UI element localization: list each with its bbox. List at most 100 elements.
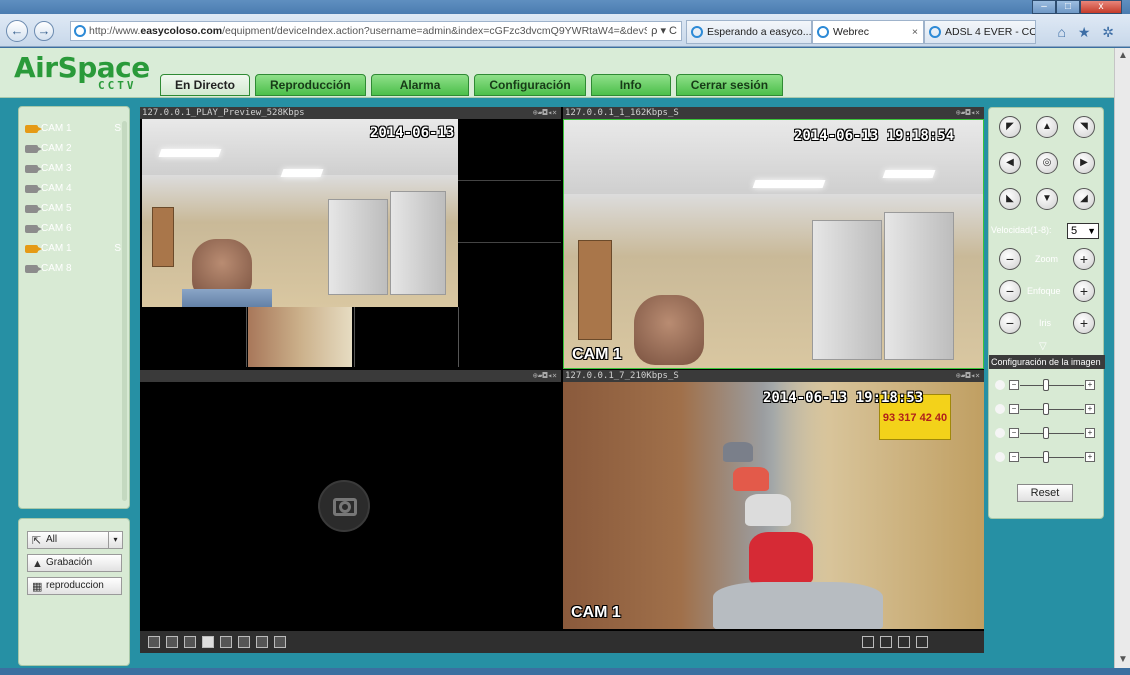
- camera-item[interactable]: CAM 3: [19, 159, 129, 179]
- saturation-slider[interactable]: − +: [995, 426, 1099, 440]
- maximize-button[interactable]: □: [1056, 0, 1080, 14]
- plus-icon[interactable]: +: [1085, 380, 1095, 390]
- iris-plus-button[interactable]: +: [1073, 312, 1095, 334]
- ptz-up-right-button[interactable]: ◥: [1073, 116, 1095, 138]
- warning-icon: ▲: [32, 558, 43, 570]
- layout-1-icon[interactable]: [148, 636, 160, 648]
- ie-icon: [74, 25, 86, 37]
- zoom-in-button[interactable]: +: [1073, 248, 1095, 270]
- minus-icon[interactable]: −: [1009, 452, 1019, 462]
- fullscreen-icon[interactable]: [184, 636, 196, 648]
- plus-icon[interactable]: +: [1085, 428, 1095, 438]
- menu-info[interactable]: Info: [590, 74, 671, 96]
- focus-minus-button[interactable]: −: [999, 280, 1021, 302]
- slider-knob[interactable]: [1043, 451, 1049, 463]
- menu-en-directo[interactable]: En Directo: [160, 74, 251, 96]
- reset-button[interactable]: Reset: [1017, 484, 1073, 502]
- ptz-up-button[interactable]: ▲: [1036, 116, 1058, 138]
- pane-controls-icon[interactable]: ⊕▰◘◂×: [956, 370, 980, 382]
- hue-slider[interactable]: − +: [995, 450, 1099, 464]
- minus-icon[interactable]: −: [1009, 428, 1019, 438]
- view-mode-1-icon[interactable]: [862, 636, 874, 648]
- nine-view-icon[interactable]: [256, 636, 268, 648]
- address-controls[interactable]: ρ ▾ C: [647, 22, 677, 40]
- camera-icon: [25, 225, 42, 233]
- address-bar[interactable]: http://www.easycoloso.com/equipment/devi…: [70, 21, 682, 41]
- playback-button[interactable]: ▦ reproduccion: [27, 577, 122, 595]
- camera-item[interactable]: CAM 4: [19, 179, 129, 199]
- brightness-slider[interactable]: − +: [995, 378, 1099, 392]
- ptz-down-button[interactable]: ▼: [1036, 188, 1058, 210]
- menu-reproduccion[interactable]: Reproducción: [255, 74, 366, 96]
- scroll-down-icon[interactable]: ▼: [1115, 652, 1130, 668]
- pane-controls-icon[interactable]: ⊕▰◘◂×: [956, 107, 980, 119]
- browser-toolbar-icons[interactable]: ⌂ ★ ✲: [1057, 24, 1118, 41]
- group-select[interactable]: ⇱ All ▾: [27, 531, 123, 549]
- view-mode-4-icon[interactable]: [898, 636, 910, 648]
- camera-list-scrollbar[interactable]: [122, 121, 127, 501]
- forward-button[interactable]: →: [34, 21, 54, 41]
- camera-item[interactable]: CAM 8: [19, 259, 129, 279]
- camera-item[interactable]: CAM 1 S: [19, 119, 129, 139]
- camera-item[interactable]: CAM 1 S: [19, 239, 129, 259]
- brightness-icon: [995, 380, 1005, 390]
- minus-icon[interactable]: −: [1009, 380, 1019, 390]
- tab-close-icon[interactable]: ×: [912, 21, 918, 43]
- single-view-icon[interactable]: [220, 636, 232, 648]
- ptz-up-left-button[interactable]: ◤: [999, 116, 1021, 138]
- camera-label: CAM 2: [41, 143, 72, 154]
- close-window-button[interactable]: x: [1080, 0, 1122, 14]
- speed-select[interactable]: 5 ▼: [1067, 223, 1099, 239]
- tab-esperando[interactable]: Esperando a easyco...: [686, 20, 812, 44]
- camera-icon: [25, 185, 42, 193]
- menu-alarma[interactable]: Alarma: [370, 74, 470, 96]
- ptz-down-right-button[interactable]: ◢: [1073, 188, 1095, 210]
- back-button[interactable]: ←: [6, 20, 28, 42]
- minimize-button[interactable]: –: [1032, 0, 1056, 14]
- contrast-slider[interactable]: − +: [995, 402, 1099, 416]
- main-menu: En Directo Reproducción Alarma Configura…: [160, 74, 784, 96]
- view-mode-6-icon[interactable]: [916, 636, 928, 648]
- menu-configuracion[interactable]: Configuración: [474, 74, 586, 96]
- quad-view-icon[interactable]: [238, 636, 250, 648]
- camera-item[interactable]: CAM 5: [19, 199, 129, 219]
- stream-icon[interactable]: [202, 636, 214, 648]
- slider-knob[interactable]: [1043, 379, 1049, 391]
- ptz-center-icon[interactable]: ◎: [1036, 152, 1058, 174]
- custom-view-icon[interactable]: [274, 636, 286, 648]
- scroll-up-icon[interactable]: ▲: [1115, 48, 1130, 64]
- record-label: Grabación: [46, 557, 93, 568]
- zoom-out-button[interactable]: −: [999, 248, 1021, 270]
- video-feed-cam1-street[interactable]: 93 317 42 40 2014-06-13 19:18:53 CAM 1: [563, 382, 984, 629]
- pane-title: 127.0.0.1_PLAY_Preview_528Kbps: [142, 108, 305, 118]
- collapse-icon[interactable]: ▽: [1039, 341, 1047, 352]
- slider-knob[interactable]: [1043, 427, 1049, 439]
- ptz-down-left-button[interactable]: ◣: [999, 188, 1021, 210]
- tab-webrec[interactable]: Webrec ×: [812, 20, 924, 44]
- layout-2-icon[interactable]: [166, 636, 178, 648]
- chevron-down-icon[interactable]: ▾: [108, 532, 122, 548]
- iris-minus-button[interactable]: −: [999, 312, 1021, 334]
- tab-adsl[interactable]: ADSL 4 EVER - COM: [924, 20, 1036, 44]
- focus-plus-button[interactable]: +: [1073, 280, 1095, 302]
- ptz-right-button[interactable]: ▶: [1073, 152, 1095, 174]
- record-button[interactable]: ▲ Grabación: [27, 554, 122, 572]
- page-scrollbar[interactable]: ▲ ▼: [1114, 48, 1130, 668]
- view-mode-2-icon[interactable]: [880, 636, 892, 648]
- camera-item[interactable]: CAM 6: [19, 219, 129, 239]
- ptz-left-button[interactable]: ◀: [999, 152, 1021, 174]
- window-titlebar: – □ x: [0, 0, 1130, 14]
- video-feed-empty[interactable]: [140, 382, 561, 629]
- video-feed-cam1-office[interactable]: 2014-06-13 19:18:54 CAM 1: [563, 119, 984, 369]
- camera-item[interactable]: CAM 2: [19, 139, 129, 159]
- plus-icon[interactable]: +: [1085, 404, 1095, 414]
- app-header: AirSpace CCTV En Directo Reproducción Al…: [0, 48, 1114, 98]
- video-feed-office[interactable]: 2014-06-13 19:18:54: [142, 119, 458, 307]
- pane-controls-icon[interactable]: ⊕▰◘◂×: [533, 107, 557, 119]
- minus-icon[interactable]: −: [1009, 404, 1019, 414]
- menu-cerrar-sesion[interactable]: Cerrar sesión: [675, 74, 784, 96]
- video-grid[interactable]: 127.0.0.1_PLAY_Preview_528Kbps ⊕▰◘◂× 201…: [140, 107, 984, 653]
- pane-controls-icon[interactable]: ⊕▰◘◂×: [533, 370, 557, 382]
- plus-icon[interactable]: +: [1085, 452, 1095, 462]
- slider-knob[interactable]: [1043, 403, 1049, 415]
